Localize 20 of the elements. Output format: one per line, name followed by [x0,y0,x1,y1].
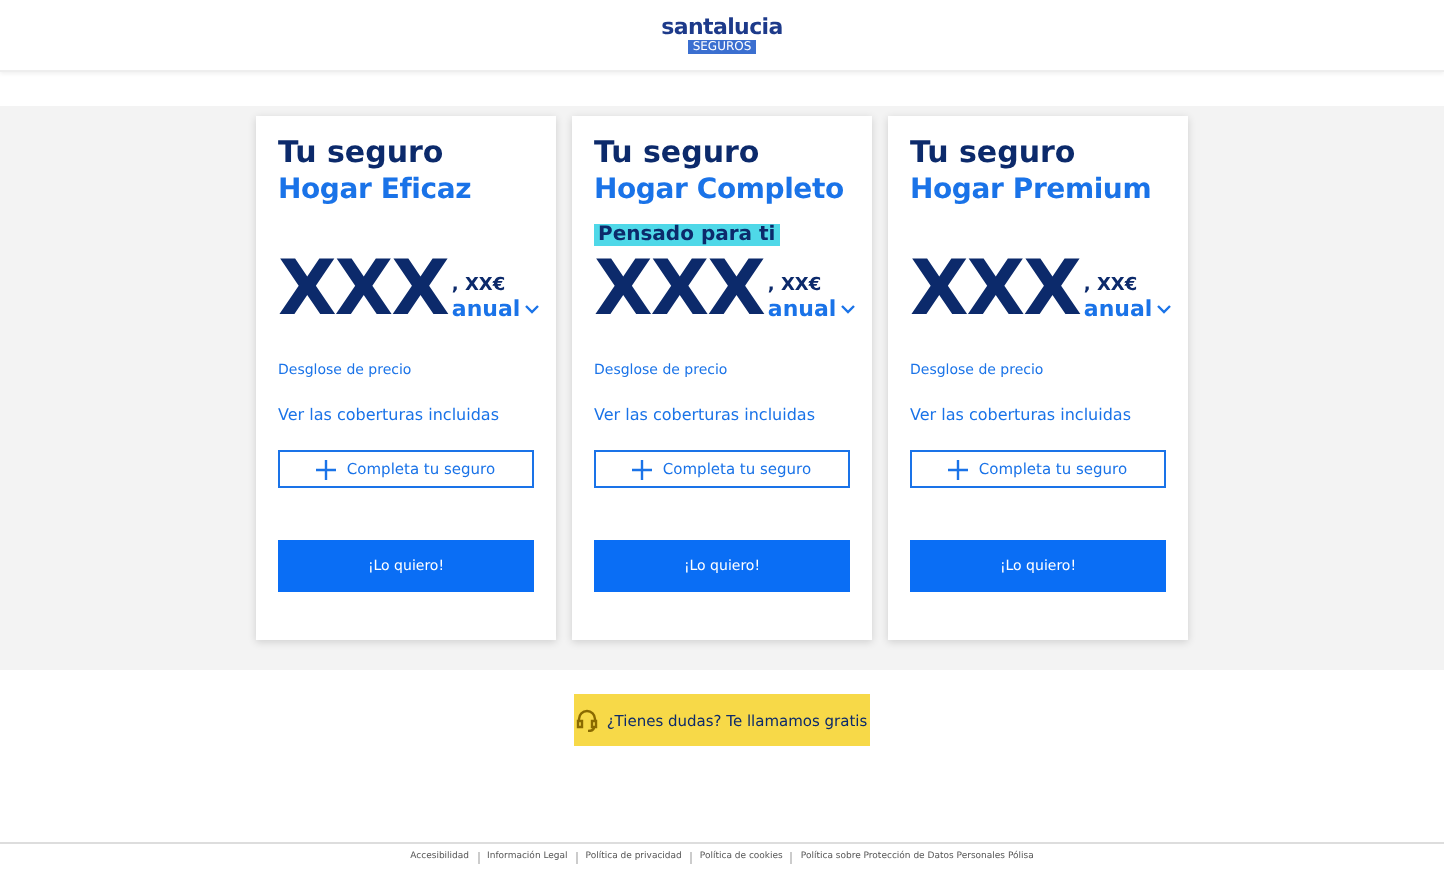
product-name: Hogar Premium [910,172,1154,210]
price-cents: , XX€ [451,276,508,296]
card-title: Tu seguro [910,134,1078,172]
card-title: Tu seguro [594,134,762,172]
product-name: Hogar Eficaz [278,172,474,210]
price-cents: , XX€ [1083,276,1140,296]
card-title: Tu seguro [278,134,446,172]
period-dropdown[interactable]: anual [1083,296,1173,322]
price: XXX [594,254,764,322]
price: XXX [910,254,1080,322]
period-dropdown[interactable]: anual [451,296,541,322]
price: XXX [278,254,448,322]
recommended-badge: Pensado para ti [594,224,780,246]
product-name: Hogar Completo [594,172,846,210]
period-dropdown[interactable]: anual [767,296,857,322]
coverages-link[interactable]: Ver las coberturas incluidas [278,406,534,424]
coverages-link[interactable]: Ver las coberturas incluidas [910,406,1166,424]
coverages-link[interactable]: Ver las coberturas incluidas [594,406,850,424]
logo[interactable]: santalucia [661,16,783,38]
price-cents: , XX€ [767,276,824,296]
